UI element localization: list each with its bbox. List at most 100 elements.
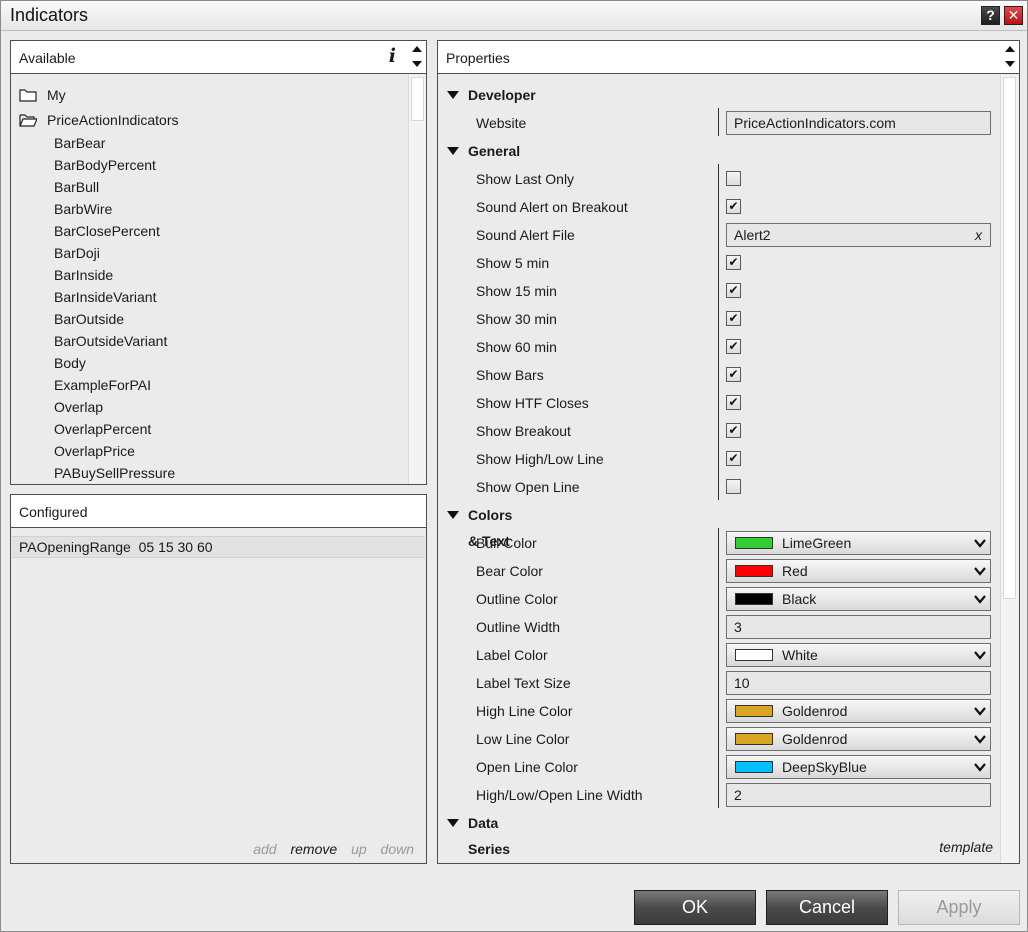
- list-item[interactable]: Body: [54, 352, 86, 374]
- scrollbar-thumb[interactable]: [1003, 77, 1016, 599]
- down-button[interactable]: down: [381, 841, 414, 857]
- scrollbar-thumb[interactable]: [411, 77, 424, 121]
- color-name: White: [782, 647, 818, 663]
- show-bars-checkbox[interactable]: ✔: [726, 367, 741, 382]
- high-line-color-select[interactable]: Goldenrod: [726, 699, 991, 723]
- help-button[interactable]: ?: [981, 6, 1000, 25]
- sound-alert-breakout-checkbox[interactable]: ✔: [726, 199, 741, 214]
- sound-alert-file-value: Alert2: [734, 227, 771, 243]
- up-button[interactable]: up: [351, 841, 367, 857]
- color-name: DeepSkyBlue: [782, 759, 867, 775]
- label-color-select[interactable]: White: [726, 643, 991, 667]
- list-item[interactable]: OverlapPercent: [54, 418, 151, 440]
- prop-label-open-line-color: Open Line Color: [476, 759, 578, 775]
- prop-label-low-line-color: Low Line Color: [476, 731, 570, 747]
- bear-color-select[interactable]: Red: [726, 559, 991, 583]
- available-header-scroll[interactable]: [408, 41, 426, 73]
- show-30-min-checkbox[interactable]: ✔: [726, 311, 741, 326]
- close-button[interactable]: ✕: [1004, 6, 1023, 25]
- show-5-min-checkbox[interactable]: ✔: [726, 255, 741, 270]
- chevron-down-icon[interactable]: [974, 649, 986, 661]
- list-item[interactable]: BarInsideVariant: [54, 286, 156, 308]
- list-item[interactable]: BarDoji: [54, 242, 100, 264]
- properties-header-scroll[interactable]: [1001, 41, 1019, 73]
- configured-item[interactable]: PAOpeningRange 05 15 30 60: [12, 536, 425, 558]
- info-icon[interactable]: i: [389, 45, 396, 67]
- open-line-color-select[interactable]: DeepSkyBlue: [726, 755, 991, 779]
- clear-icon[interactable]: x: [975, 224, 982, 246]
- low-line-color-select[interactable]: Goldenrod: [726, 727, 991, 751]
- add-button[interactable]: add: [253, 841, 276, 857]
- scroll-up-icon[interactable]: [412, 46, 422, 52]
- outline-color-select[interactable]: Black: [726, 587, 991, 611]
- sound-alert-file-field[interactable]: Alert2 x: [726, 223, 991, 247]
- color-name: Goldenrod: [782, 703, 848, 719]
- scroll-up-icon[interactable]: [1005, 46, 1015, 52]
- list-item[interactable]: PABuySellPressure: [54, 462, 175, 483]
- chevron-down-icon[interactable]: [974, 593, 986, 605]
- list-item[interactable]: BarClosePercent: [54, 220, 160, 242]
- list-item[interactable]: BarBodyPercent: [54, 154, 156, 176]
- label-text-size-field[interactable]: 10: [726, 671, 991, 695]
- configured-header: Configured: [11, 495, 426, 528]
- remove-button[interactable]: remove: [290, 841, 337, 857]
- show-15-min-checkbox[interactable]: ✔: [726, 283, 741, 298]
- prop-label-outline-color: Outline Color: [476, 591, 558, 607]
- folder-open-icon: [19, 113, 37, 127]
- prop-label-label-text-size: Label Text Size: [476, 675, 571, 691]
- properties-header: Properties: [438, 41, 1019, 74]
- show-breakout-checkbox[interactable]: ✔: [726, 423, 741, 438]
- line-width-field[interactable]: 2: [726, 783, 991, 807]
- properties-title: Properties: [446, 50, 510, 66]
- window-title: Indicators: [10, 5, 89, 25]
- prop-label-show-high-low-line: Show High/Low Line: [476, 451, 604, 467]
- column-divider: [718, 164, 719, 500]
- show-60-min-checkbox[interactable]: ✔: [726, 339, 741, 354]
- prop-label-show-60-min: Show 60 min: [476, 339, 557, 355]
- prop-label-show-15-min: Show 15 min: [476, 283, 557, 299]
- triangle-down-icon[interactable]: [447, 511, 459, 519]
- outline-width-field[interactable]: 3: [726, 615, 991, 639]
- show-open-line-checkbox[interactable]: [726, 479, 741, 494]
- list-item[interactable]: BarBear: [54, 132, 105, 154]
- prop-label-sound-alert-breakout: Sound Alert on Breakout: [476, 199, 628, 215]
- list-item[interactable]: BarOutside: [54, 308, 124, 330]
- scroll-down-icon[interactable]: [412, 61, 422, 67]
- ok-button[interactable]: OK: [634, 890, 756, 925]
- list-item[interactable]: Overlap: [54, 396, 103, 418]
- chevron-down-icon[interactable]: [974, 537, 986, 549]
- properties-scrollbar[interactable]: [1000, 75, 1018, 863]
- show-last-only-checkbox[interactable]: [726, 171, 741, 186]
- list-item[interactable]: OverlapPrice: [54, 440, 135, 462]
- color-swatch: [735, 761, 773, 773]
- chevron-down-icon[interactable]: [974, 565, 986, 577]
- website-field[interactable]: PriceActionIndicators.com: [726, 111, 991, 135]
- prop-label-show-5-min: Show 5 min: [476, 255, 550, 271]
- column-divider: [718, 528, 719, 808]
- cancel-button[interactable]: Cancel: [766, 890, 888, 925]
- list-item[interactable]: BarInside: [54, 264, 113, 286]
- apply-button[interactable]: Apply: [898, 890, 1020, 925]
- chevron-down-icon[interactable]: [974, 761, 986, 773]
- prop-label-website: Website: [476, 115, 527, 131]
- template-link[interactable]: template: [939, 839, 993, 855]
- triangle-down-icon[interactable]: [447, 91, 459, 99]
- column-divider: [718, 108, 719, 136]
- color-name: Black: [782, 591, 817, 607]
- list-item[interactable]: ExampleForPAI: [54, 374, 151, 396]
- available-scrollbar[interactable]: [408, 75, 426, 484]
- triangle-down-icon[interactable]: [447, 147, 459, 155]
- show-high-low-line-checkbox[interactable]: ✔: [726, 451, 741, 466]
- available-title: Available: [19, 50, 76, 66]
- list-item[interactable]: BarBull: [54, 176, 99, 198]
- chevron-down-icon[interactable]: [974, 705, 986, 717]
- scroll-down-icon[interactable]: [1005, 61, 1015, 67]
- triangle-down-icon[interactable]: [447, 819, 459, 827]
- list-item[interactable]: BarOutsideVariant: [54, 330, 167, 352]
- chevron-down-icon[interactable]: [974, 733, 986, 745]
- list-item[interactable]: BarbWire: [54, 198, 112, 220]
- color-name: Red: [782, 563, 808, 579]
- bull-color-select[interactable]: LimeGreen: [726, 531, 991, 555]
- show-htf-closes-checkbox[interactable]: ✔: [726, 395, 741, 410]
- configured-actions: add remove up down: [243, 841, 414, 857]
